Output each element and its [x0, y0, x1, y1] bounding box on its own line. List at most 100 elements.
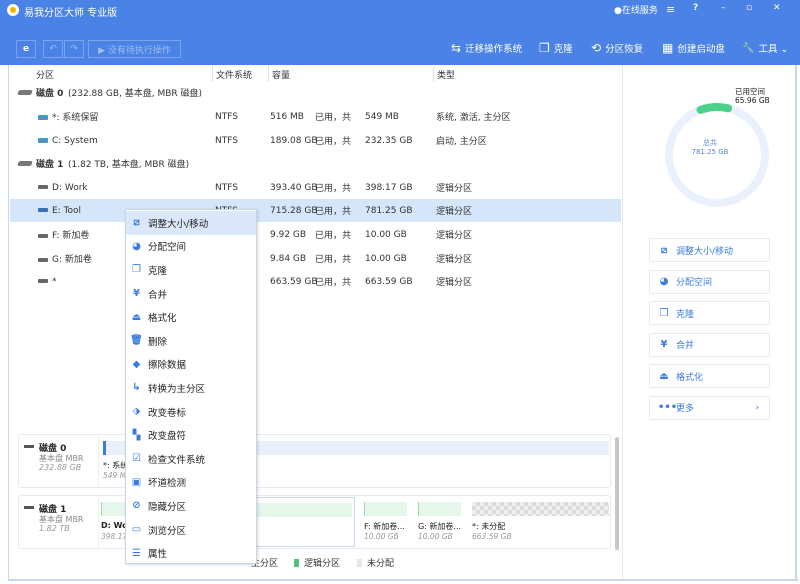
- partition-total: 232.35 GB: [365, 135, 413, 146]
- minimize-icon[interactable]: –: [721, 3, 726, 13]
- action-button[interactable]: ••• 更多 ›: [649, 395, 770, 420]
- legend-swatch-logical: [294, 558, 299, 567]
- disk-map-segment[interactable]: *: 系统保留 549 MB: [103, 441, 144, 486]
- partition-used-sep: 已用，共: [315, 278, 352, 288]
- context-menu-item[interactable]: ◕ 分配空间: [126, 235, 256, 259]
- redo-button[interactable]: ↷: [64, 40, 84, 58]
- disk-icon: [17, 90, 33, 95]
- context-menu-item[interactable]: ▚ 改变盘符: [126, 423, 256, 447]
- segment-bar-unallocated: [472, 502, 609, 516]
- partition-row[interactable]: G: 新加卷 NTFS 9.84 GB 已用，共 10.00 GB 逻辑分区: [10, 247, 621, 270]
- partition-icon: [38, 208, 48, 212]
- partition-row[interactable]: F: 新加卷 NTFS 9.92 GB 已用，共 10.00 GB 逻辑分区: [10, 223, 621, 246]
- disk-map-size: 1.82 TB: [39, 524, 70, 533]
- disk-map-scrollbar[interactable]: [615, 437, 619, 550]
- partition-type: 逻辑分区: [436, 207, 473, 217]
- context-menu-item[interactable]: ⬗ 改变卷标: [126, 400, 256, 424]
- context-menu-item[interactable]: ¥ 合并: [126, 282, 256, 306]
- apply-pending-button[interactable]: ▶ 没有待执行操作: [88, 40, 181, 58]
- partition-total: 663.59 GB: [365, 276, 413, 287]
- disk-map-info[interactable]: 磁盘 1 基本盘 MBR 1.82 TB: [19, 496, 99, 548]
- bell-icon: ●: [614, 6, 622, 16]
- context-menu-item[interactable]: ▭ 浏览分区: [126, 518, 256, 542]
- close-icon[interactable]: ✕: [773, 3, 781, 13]
- chevron-right-icon: ›: [755, 402, 759, 413]
- clone-button[interactable]: ❐ 克隆: [539, 41, 573, 55]
- partition-icon: [38, 279, 48, 283]
- partition-row[interactable]: * NTFS 663.59 GB 已用，共 663.59 GB 逻辑分区: [10, 270, 621, 293]
- action-button[interactable]: ¥ 合并: [649, 332, 770, 357]
- partition-row[interactable]: D: Work NTFS 393.40 GB 已用，共 398.17 GB 逻辑…: [10, 176, 621, 199]
- windows-icon: ▦: [662, 41, 674, 55]
- segment-size: 10.00 GB: [364, 532, 399, 541]
- column-header-type[interactable]: 类型: [437, 68, 455, 81]
- context-menu-item-label: 检查文件系统: [148, 454, 206, 466]
- disk-map-info[interactable]: 磁盘 0 基本盘 MBR 232.88 GB: [19, 435, 99, 487]
- undo-button[interactable]: ↶: [43, 40, 63, 58]
- resize-icon: ⧄: [660, 244, 668, 256]
- format-icon: ⏏: [659, 370, 669, 382]
- partition-used-sep: 已用，共: [315, 207, 352, 217]
- partition-total: 398.17 GB: [365, 182, 413, 193]
- context-menu-item[interactable]: ◆ 擦除数据: [126, 353, 256, 377]
- disk-map-size: 232.88 GB: [39, 463, 82, 472]
- segment-bar: [364, 502, 407, 516]
- partition-name: C: System: [52, 135, 98, 146]
- column-header-capacity[interactable]: 容量: [272, 68, 290, 81]
- hamburger-icon[interactable]: ≡: [666, 3, 675, 16]
- context-menu-item[interactable]: ⊘ 隐藏分区: [126, 494, 256, 518]
- partition-recovery-icon: ⟲: [591, 41, 602, 55]
- total-space-value: 781.25 GB: [691, 148, 729, 156]
- disk-row[interactable]: 磁盘 1 (1.82 TB, 基本盘, MBR 磁盘): [10, 152, 621, 175]
- partition-type: 逻辑分区: [436, 278, 473, 288]
- migrate-os-button[interactable]: ⇆ 迁移操作系统: [451, 41, 522, 55]
- online-service-button[interactable]: ●在线服务: [614, 3, 658, 16]
- action-button[interactable]: ◕ 分配空间: [649, 269, 770, 294]
- action-button[interactable]: ⧄ 调整大小/移动: [649, 238, 770, 262]
- disk-name: 磁盘 0: [36, 89, 64, 99]
- action-button[interactable]: ❐ 克隆: [649, 301, 770, 325]
- create-bootable-button[interactable]: ▦ 创建启动盘: [662, 41, 725, 55]
- segment-bar: [103, 441, 127, 455]
- disk-map-segment[interactable]: G: 新加卷... 10.00 GB: [418, 502, 461, 547]
- partition-row[interactable]: *: 系统保留 NTFS 516 MB 已用，共 549 MB 系统, 激活, …: [10, 105, 621, 128]
- column-divider[interactable]: [268, 66, 269, 82]
- context-menu-item[interactable]: ⏏ 格式化: [126, 305, 256, 329]
- refresh-button[interactable]: e: [16, 40, 36, 58]
- partition-row[interactable]: C: System NTFS 189.08 GB 已用，共 232.35 GB …: [10, 129, 621, 152]
- maximize-icon[interactable]: ▫: [746, 3, 752, 13]
- partition-recovery-button[interactable]: ⟲ 分区恢复: [591, 41, 643, 55]
- context-menu-item[interactable]: ☑ 检查文件系统: [126, 447, 256, 471]
- action-button-label: 格式化: [676, 372, 704, 383]
- context-menu-item-label: 浏览分区: [148, 525, 187, 537]
- context-menu-item[interactable]: ⧄ 调整大小/移动: [126, 211, 256, 235]
- context-menu-item[interactable]: ☰ 属性: [126, 541, 256, 565]
- pie-icon: ◕: [659, 276, 669, 287]
- partition-row-selected[interactable]: E: Tool NTFS 715.28 GB 已用，共 781.25 GB 逻辑…: [10, 199, 621, 222]
- column-divider[interactable]: [433, 66, 434, 82]
- legend-logical: 逻辑分区: [294, 556, 340, 569]
- partition-fs: NTFS: [215, 182, 238, 193]
- context-menu-item[interactable]: ▣ 坏道检测: [126, 471, 256, 495]
- disk-map-segment[interactable]: *: 未分配 663.59 GB: [472, 502, 609, 547]
- context-menu-item[interactable]: 🗑 删除: [126, 329, 256, 353]
- context-menu-item[interactable]: ❐ 克隆: [126, 258, 256, 282]
- context-menu-item-label: 合并: [148, 289, 168, 301]
- context-menu-item[interactable]: ↳ 转换为主分区: [126, 376, 256, 400]
- surface-test-icon: ▣: [131, 476, 142, 488]
- column-header-filesystem[interactable]: 文件系统: [216, 68, 252, 81]
- column-header-partition[interactable]: 分区: [36, 68, 54, 81]
- clone-icon: ❐: [539, 41, 550, 55]
- question-icon[interactable]: ?: [693, 3, 698, 13]
- migrate-icon: ⇆: [451, 41, 462, 55]
- context-menu: ⧄ 调整大小/移动 ◕ 分配空间 ❐ 克隆 ¥ 合并 ⏏ 格式化 🗑 删除 ◆ 擦除数据 ↳ 转换为主分区 ⬗ 改…: [125, 209, 257, 564]
- disk-icon: [17, 161, 33, 166]
- partition-used-sep: 已用，共: [315, 184, 352, 194]
- window-bottom-border: [8, 579, 798, 581]
- disk-map-segment[interactable]: F: 新加卷... 10.00 GB: [364, 502, 407, 547]
- tools-menu-button[interactable]: 🔧 工具 ⌄: [742, 41, 788, 56]
- column-divider[interactable]: [212, 66, 213, 82]
- context-menu-item-label: 坏道检测: [148, 478, 187, 490]
- action-button[interactable]: ⏏ 格式化: [649, 364, 770, 388]
- disk-row[interactable]: 磁盘 0 (232.88 GB, 基本盘, MBR 磁盘): [10, 81, 621, 104]
